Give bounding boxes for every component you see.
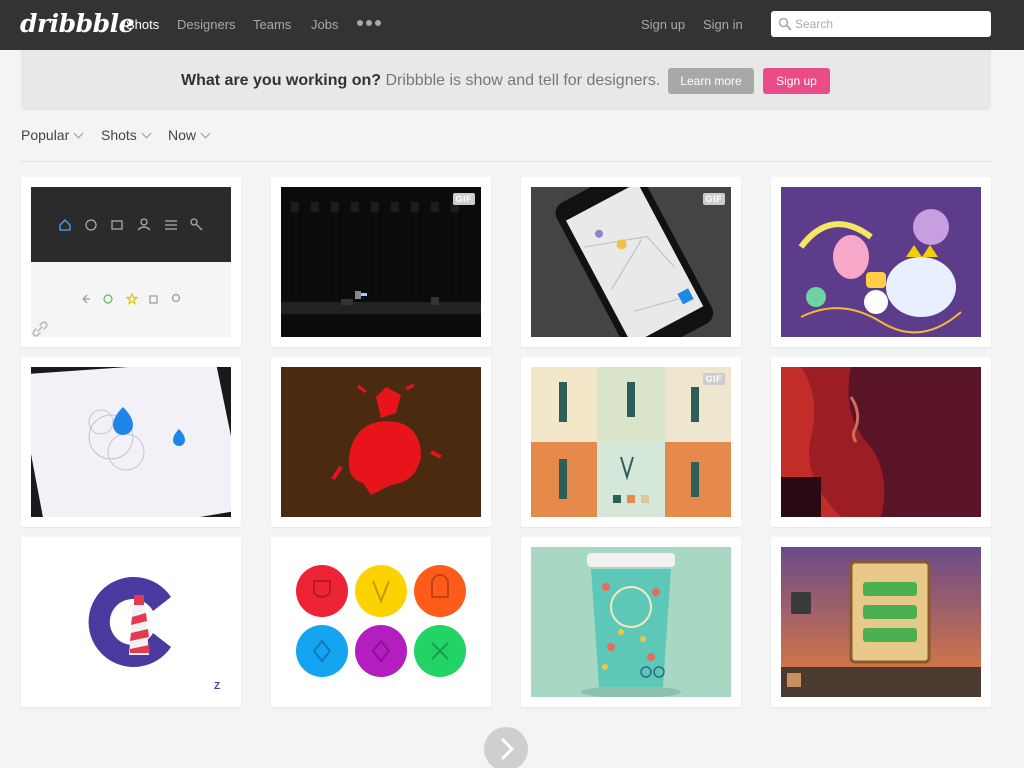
attachment-link-icon[interactable] [31, 320, 49, 338]
shot-card[interactable]: Z [21, 537, 241, 707]
filter-now-label: Now [168, 127, 197, 143]
game-menu-image [781, 547, 981, 697]
banner-text: What are you working on? Dribbble is sho… [181, 72, 660, 90]
shot-thumbnail-color-badges[interactable] [281, 547, 481, 697]
shot-thumbnail-pixel-game[interactable]: GIF [281, 187, 481, 337]
shot-card[interactable] [771, 177, 991, 347]
shot-thumbnail-wine-poster-grid[interactable]: GIF [531, 367, 731, 517]
water-drop-sketch-image [31, 367, 231, 517]
more-dots-icon[interactable] [357, 20, 381, 28]
gif-badge: GIF [452, 193, 475, 205]
sign-in-link[interactable]: Sign in [703, 17, 743, 32]
shot-thumbnail-game-menu[interactable] [781, 547, 981, 697]
gif-badge: GIF [702, 373, 725, 385]
next-page-button[interactable] [484, 727, 528, 768]
shot-thumbnail-lighthouse-logo[interactable]: Z [31, 547, 231, 697]
lighthouse-c-logo: Z [31, 547, 231, 697]
shot-card[interactable]: GIF [521, 177, 741, 347]
dribbble-logo[interactable]: dribbble [20, 9, 135, 38]
shot-thumbnail-water-drop-logo[interactable] [31, 367, 231, 517]
top-navigation-bar: dribbble Shots Designers Teams Jobs Sign… [0, 0, 1024, 50]
gif-badge: GIF [702, 193, 725, 205]
icon-bar-image [31, 187, 231, 337]
shot-card[interactable] [271, 357, 491, 527]
nav-teams[interactable]: Teams [253, 17, 291, 32]
nav-jobs[interactable]: Jobs [311, 17, 338, 32]
cartoon-characters-image [781, 187, 981, 337]
chevron-down-icon [141, 128, 152, 139]
color-badges-image [281, 547, 481, 697]
sign-up-link[interactable]: Sign up [641, 17, 685, 32]
shot-card[interactable] [771, 537, 991, 707]
pixel-game-image [281, 187, 481, 337]
chevron-down-icon [200, 128, 211, 139]
chevron-right-icon [501, 738, 514, 760]
filter-shots-label: Shots [101, 127, 137, 143]
phone-map-image [531, 187, 731, 337]
search-icon [778, 17, 792, 31]
wine-poster-grid-image [531, 367, 731, 517]
shot-thumbnail-coffee-cup[interactable] [531, 547, 731, 697]
filter-divider [21, 161, 991, 162]
shot-card[interactable] [521, 537, 741, 707]
shot-card[interactable] [771, 357, 991, 527]
shot-card[interactable]: GIF [271, 177, 491, 347]
shot-card[interactable]: GIF [521, 357, 741, 527]
shot-thumbnail-phone-map[interactable]: GIF [531, 187, 731, 337]
banner-tagline: Dribbble is show and tell for designers. [381, 72, 661, 89]
filter-popular-dropdown[interactable]: Popular [21, 127, 84, 143]
chevron-down-icon [73, 128, 84, 139]
learn-more-button[interactable]: Learn more [668, 68, 754, 94]
svg-text:Z: Z [214, 681, 220, 692]
shot-card[interactable] [21, 177, 241, 347]
nav-shots[interactable]: Shots [126, 17, 159, 32]
search-input[interactable] [795, 11, 985, 37]
shot-thumbnail-adventure-time[interactable] [781, 187, 981, 337]
shot-thumbnail-icon-bar[interactable] [31, 187, 231, 337]
banner-sign-up-button[interactable]: Sign up [763, 68, 830, 94]
signup-banner: What are you working on? Dribbble is sho… [21, 50, 991, 110]
red-hair-girl-illustration [781, 367, 981, 517]
search-box [771, 11, 991, 37]
shot-thumbnail-red-bull-rider[interactable] [281, 367, 481, 517]
banner-question: What are you working on? [181, 72, 382, 89]
filter-now-dropdown[interactable]: Now [168, 127, 211, 143]
shot-thumbnail-red-hair-girl[interactable] [781, 367, 981, 517]
nav-designers[interactable]: Designers [177, 17, 236, 32]
filter-popular-label: Popular [21, 127, 70, 143]
shot-card[interactable] [21, 357, 241, 527]
bull-rider-illustration [281, 367, 481, 517]
coffee-cup-image [531, 547, 731, 697]
filter-shots-dropdown[interactable]: Shots [101, 127, 152, 143]
shot-card[interactable] [271, 537, 491, 707]
